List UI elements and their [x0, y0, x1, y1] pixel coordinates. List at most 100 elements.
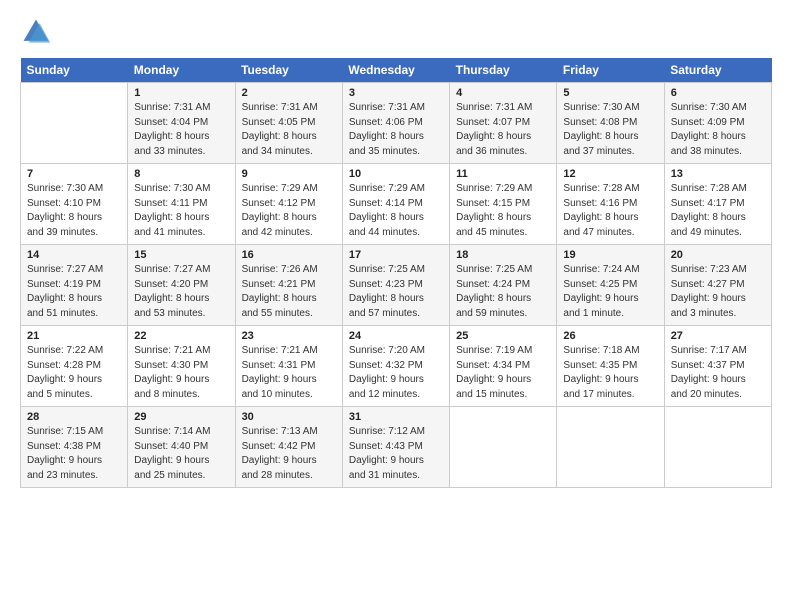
- calendar-cell: 17 Sunrise: 7:25 AM Sunset: 4:23 PM Dayli…: [342, 245, 449, 326]
- day-info: Sunrise: 7:31 AM Sunset: 4:05 PM Dayligh…: [242, 101, 336, 159]
- day-header-tuesday: Tuesday: [235, 58, 342, 83]
- day-info: Sunrise: 7:29 AM Sunset: 4:12 PM Dayligh…: [242, 182, 336, 240]
- calendar-cell: 22 Sunrise: 7:21 AM Sunset: 4:30 PM Dayli…: [128, 326, 235, 407]
- day-header-friday: Friday: [557, 58, 664, 83]
- day-number: 14: [27, 249, 121, 261]
- day-number: 12: [563, 168, 657, 180]
- day-info: Sunrise: 7:26 AM Sunset: 4:21 PM Dayligh…: [242, 263, 336, 321]
- day-header-monday: Monday: [128, 58, 235, 83]
- day-number: 27: [671, 330, 765, 342]
- day-info: Sunrise: 7:20 AM Sunset: 4:32 PM Dayligh…: [349, 344, 443, 402]
- day-number: 11: [456, 168, 550, 180]
- calendar-cell: 24 Sunrise: 7:20 AM Sunset: 4:32 PM Dayli…: [342, 326, 449, 407]
- week-row-4: 21Sunrise: 7:22 AM Sunset: 4:28 PM Dayli…: [21, 326, 772, 407]
- day-header-thursday: Thursday: [450, 58, 557, 83]
- calendar-cell: 21Sunrise: 7:22 AM Sunset: 4:28 PM Dayli…: [21, 326, 128, 407]
- header-row: SundayMondayTuesdayWednesdayThursdayFrid…: [21, 58, 772, 83]
- day-info: Sunrise: 7:24 AM Sunset: 4:25 PM Dayligh…: [563, 263, 657, 321]
- day-info: Sunrise: 7:30 AM Sunset: 4:11 PM Dayligh…: [134, 182, 228, 240]
- day-number: 25: [456, 330, 550, 342]
- day-number: 20: [671, 249, 765, 261]
- calendar-cell: 16 Sunrise: 7:26 AM Sunset: 4:21 PM Dayli…: [235, 245, 342, 326]
- day-number: 22: [134, 330, 228, 342]
- day-number: 19: [563, 249, 657, 261]
- page: SundayMondayTuesdayWednesdayThursdayFrid…: [0, 0, 792, 612]
- calendar-cell: 12 Sunrise: 7:28 AM Sunset: 4:16 PM Dayli…: [557, 164, 664, 245]
- day-info: Sunrise: 7:31 AM Sunset: 4:07 PM Dayligh…: [456, 101, 550, 159]
- calendar-cell: 11Sunrise: 7:29 AM Sunset: 4:15 PM Dayli…: [450, 164, 557, 245]
- day-number: 28: [27, 411, 121, 423]
- calendar-cell: 20Sunrise: 7:23 AM Sunset: 4:27 PM Dayli…: [664, 245, 771, 326]
- day-info: Sunrise: 7:21 AM Sunset: 4:30 PM Dayligh…: [134, 344, 228, 402]
- day-info: Sunrise: 7:17 AM Sunset: 4:37 PM Dayligh…: [671, 344, 765, 402]
- day-header-sunday: Sunday: [21, 58, 128, 83]
- calendar-cell: [21, 83, 128, 164]
- day-info: Sunrise: 7:27 AM Sunset: 4:19 PM Dayligh…: [27, 263, 121, 321]
- day-info: Sunrise: 7:15 AM Sunset: 4:38 PM Dayligh…: [27, 425, 121, 483]
- day-info: Sunrise: 7:28 AM Sunset: 4:16 PM Dayligh…: [563, 182, 657, 240]
- calendar-cell: 1 Sunrise: 7:31 AM Sunset: 4:04 PM Daylig…: [128, 83, 235, 164]
- day-number: 16: [242, 249, 336, 261]
- day-number: 7: [27, 168, 121, 180]
- day-info: Sunrise: 7:25 AM Sunset: 4:24 PM Dayligh…: [456, 263, 550, 321]
- calendar-cell: 4 Sunrise: 7:31 AM Sunset: 4:07 PM Daylig…: [450, 83, 557, 164]
- day-number: 1: [134, 87, 228, 99]
- day-info: Sunrise: 7:31 AM Sunset: 4:06 PM Dayligh…: [349, 101, 443, 159]
- day-number: 4: [456, 87, 550, 99]
- calendar-cell: [450, 407, 557, 488]
- day-number: 3: [349, 87, 443, 99]
- day-number: 29: [134, 411, 228, 423]
- day-number: 26: [563, 330, 657, 342]
- day-number: 17: [349, 249, 443, 261]
- day-info: Sunrise: 7:18 AM Sunset: 4:35 PM Dayligh…: [563, 344, 657, 402]
- calendar-cell: 6 Sunrise: 7:30 AM Sunset: 4:09 PM Daylig…: [664, 83, 771, 164]
- day-info: Sunrise: 7:14 AM Sunset: 4:40 PM Dayligh…: [134, 425, 228, 483]
- calendar-cell: [557, 407, 664, 488]
- calendar-cell: 14 Sunrise: 7:27 AM Sunset: 4:19 PM Dayli…: [21, 245, 128, 326]
- calendar-cell: 25Sunrise: 7:19 AM Sunset: 4:34 PM Dayli…: [450, 326, 557, 407]
- calendar-cell: 31 Sunrise: 7:12 AM Sunset: 4:43 PM Dayli…: [342, 407, 449, 488]
- calendar-cell: 2 Sunrise: 7:31 AM Sunset: 4:05 PM Daylig…: [235, 83, 342, 164]
- day-info: Sunrise: 7:30 AM Sunset: 4:08 PM Dayligh…: [563, 101, 657, 159]
- calendar-cell: 26 Sunrise: 7:18 AM Sunset: 4:35 PM Dayli…: [557, 326, 664, 407]
- day-number: 6: [671, 87, 765, 99]
- day-info: Sunrise: 7:27 AM Sunset: 4:20 PM Dayligh…: [134, 263, 228, 321]
- day-number: 10: [349, 168, 443, 180]
- week-row-5: 28 Sunrise: 7:15 AM Sunset: 4:38 PM Dayli…: [21, 407, 772, 488]
- calendar-table: SundayMondayTuesdayWednesdayThursdayFrid…: [20, 58, 772, 488]
- logo-icon: [20, 16, 52, 48]
- week-row-1: 1 Sunrise: 7:31 AM Sunset: 4:04 PM Daylig…: [21, 83, 772, 164]
- calendar-cell: 19 Sunrise: 7:24 AM Sunset: 4:25 PM Dayli…: [557, 245, 664, 326]
- header: [20, 16, 772, 48]
- calendar-cell: [664, 407, 771, 488]
- calendar-cell: 13Sunrise: 7:28 AM Sunset: 4:17 PM Dayli…: [664, 164, 771, 245]
- day-info: Sunrise: 7:21 AM Sunset: 4:31 PM Dayligh…: [242, 344, 336, 402]
- calendar-cell: 15 Sunrise: 7:27 AM Sunset: 4:20 PM Dayli…: [128, 245, 235, 326]
- day-number: 31: [349, 411, 443, 423]
- day-number: 24: [349, 330, 443, 342]
- calendar-cell: 8Sunrise: 7:30 AM Sunset: 4:11 PM Daylig…: [128, 164, 235, 245]
- day-info: Sunrise: 7:25 AM Sunset: 4:23 PM Dayligh…: [349, 263, 443, 321]
- day-info: Sunrise: 7:31 AM Sunset: 4:04 PM Dayligh…: [134, 101, 228, 159]
- day-info: Sunrise: 7:30 AM Sunset: 4:10 PM Dayligh…: [27, 182, 121, 240]
- day-number: 23: [242, 330, 336, 342]
- calendar-cell: 30Sunrise: 7:13 AM Sunset: 4:42 PM Dayli…: [235, 407, 342, 488]
- calendar-cell: 18 Sunrise: 7:25 AM Sunset: 4:24 PM Dayli…: [450, 245, 557, 326]
- day-number: 13: [671, 168, 765, 180]
- logo: [20, 16, 56, 48]
- day-info: Sunrise: 7:30 AM Sunset: 4:09 PM Dayligh…: [671, 101, 765, 159]
- calendar-cell: 29 Sunrise: 7:14 AM Sunset: 4:40 PM Dayli…: [128, 407, 235, 488]
- day-info: Sunrise: 7:22 AM Sunset: 4:28 PM Dayligh…: [27, 344, 121, 402]
- day-number: 2: [242, 87, 336, 99]
- day-info: Sunrise: 7:12 AM Sunset: 4:43 PM Dayligh…: [349, 425, 443, 483]
- calendar-cell: 28 Sunrise: 7:15 AM Sunset: 4:38 PM Dayli…: [21, 407, 128, 488]
- day-header-saturday: Saturday: [664, 58, 771, 83]
- day-number: 9: [242, 168, 336, 180]
- day-info: Sunrise: 7:29 AM Sunset: 4:14 PM Dayligh…: [349, 182, 443, 240]
- calendar-cell: 27 Sunrise: 7:17 AM Sunset: 4:37 PM Dayli…: [664, 326, 771, 407]
- day-info: Sunrise: 7:13 AM Sunset: 4:42 PM Dayligh…: [242, 425, 336, 483]
- day-number: 15: [134, 249, 228, 261]
- day-number: 18: [456, 249, 550, 261]
- calendar-cell: 3 Sunrise: 7:31 AM Sunset: 4:06 PM Daylig…: [342, 83, 449, 164]
- calendar-cell: 5Sunrise: 7:30 AM Sunset: 4:08 PM Daylig…: [557, 83, 664, 164]
